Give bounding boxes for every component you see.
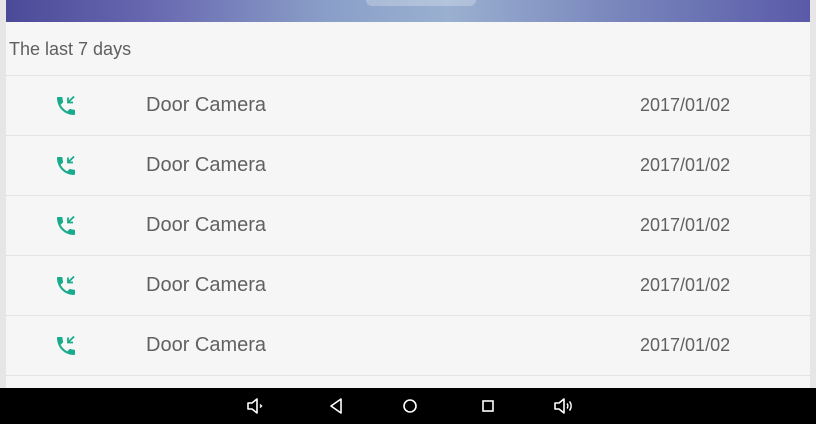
- back-icon[interactable]: [324, 394, 348, 418]
- entry-date: 2017/01/02: [640, 275, 731, 295]
- app-window: The last 7 days Door Camera 2017/01/02 D…: [0, 0, 816, 424]
- right-edge: [810, 0, 816, 424]
- entry-name: Door Camera: [146, 154, 267, 176]
- incoming-call-icon: [54, 154, 78, 178]
- entry-date: 2017/01/02: [640, 95, 731, 115]
- section-header: The last 7 days: [6, 22, 810, 76]
- list-item[interactable]: Door Camera 2017/01/02: [6, 136, 810, 196]
- list-bottom-fill: [6, 376, 810, 388]
- entry-date: 2017/01/02: [640, 335, 731, 355]
- incoming-call-icon: [54, 274, 78, 298]
- navigation-bar: [0, 388, 816, 424]
- volume-up-icon[interactable]: [552, 394, 576, 418]
- incoming-call-icon: [54, 214, 78, 238]
- recents-icon[interactable]: [476, 394, 500, 418]
- list-item[interactable]: Door Camera 2017/01/02: [6, 196, 810, 256]
- entry-date: 2017/01/02: [640, 155, 731, 175]
- list-item[interactable]: Door Camera 2017/01/02: [6, 76, 810, 136]
- entry-name: Door Camera: [146, 214, 267, 236]
- entry-name: Door Camera: [146, 334, 267, 356]
- incoming-call-icon: [54, 334, 78, 358]
- list-item[interactable]: Door Camera 2017/01/02: [6, 316, 810, 376]
- volume-down-icon[interactable]: [244, 394, 268, 418]
- entry-name: Door Camera: [146, 94, 267, 116]
- banner-blur: [366, 0, 476, 6]
- call-history-list: The last 7 days Door Camera 2017/01/02 D…: [6, 22, 810, 376]
- list-item[interactable]: Door Camera 2017/01/02: [6, 256, 810, 316]
- home-icon[interactable]: [398, 394, 422, 418]
- top-banner: [6, 0, 810, 22]
- incoming-call-icon: [54, 94, 78, 118]
- entry-name: Door Camera: [146, 274, 267, 296]
- entry-date: 2017/01/02: [640, 215, 731, 235]
